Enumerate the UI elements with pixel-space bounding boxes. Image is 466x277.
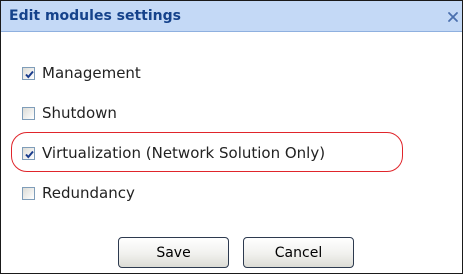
checkmark-icon <box>25 70 34 79</box>
close-x-icon[interactable] <box>446 9 460 23</box>
option-redundancy[interactable]: Redundancy <box>22 182 135 204</box>
redundancy-checkbox[interactable] <box>22 186 35 200</box>
redundancy-label: Redundancy <box>42 184 135 202</box>
management-checkbox[interactable] <box>22 66 35 80</box>
option-shutdown[interactable]: Shutdown <box>22 102 117 124</box>
virtualization-checkbox[interactable] <box>22 146 35 160</box>
save-button[interactable]: Save <box>118 237 229 268</box>
option-virtualization[interactable]: Virtualization (Network Solution Only) <box>22 142 325 164</box>
shutdown-label: Shutdown <box>42 104 117 122</box>
dialog-title: Edit modules settings <box>9 8 181 24</box>
shutdown-checkbox[interactable] <box>22 106 35 120</box>
edit-modules-dialog: Edit modules settings Management Shutdow… <box>0 0 463 274</box>
checkmark-icon <box>25 150 34 159</box>
dialog-title-bar[interactable]: Edit modules settings <box>1 1 462 32</box>
option-management[interactable]: Management <box>22 62 141 84</box>
cancel-button[interactable]: Cancel <box>243 237 354 268</box>
management-label: Management <box>42 64 141 82</box>
virtualization-label: Virtualization (Network Solution Only) <box>42 144 326 162</box>
